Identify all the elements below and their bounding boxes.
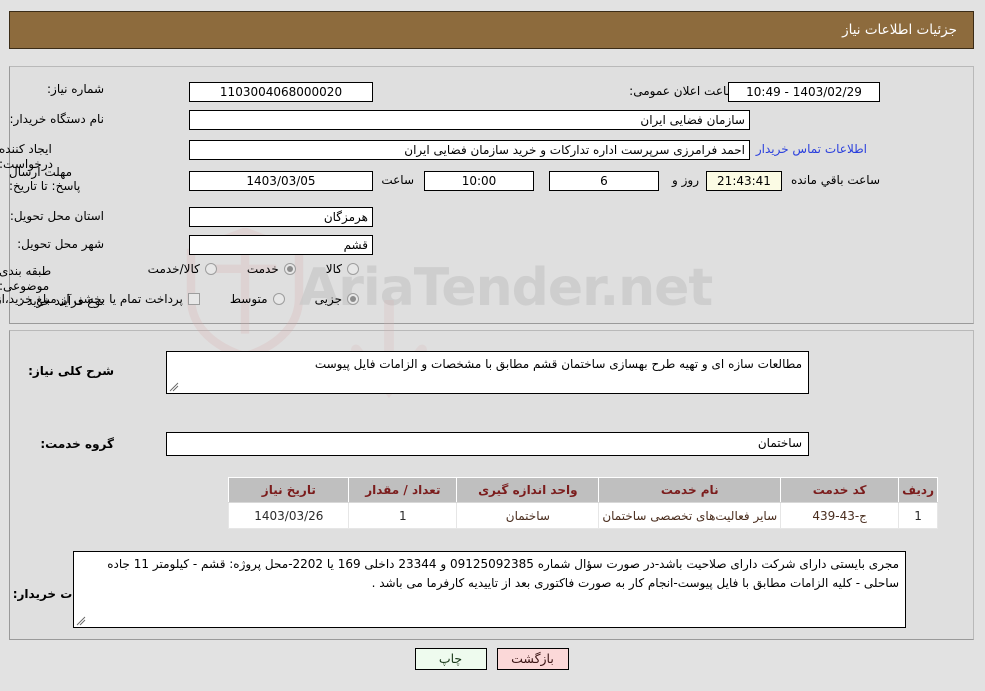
city-label: شهر محل تحویل: (18, 237, 105, 251)
table-row[interactable]: 1 ج-43-439 سایر فعالیت‌های تخصصی ساختمان… (229, 502, 939, 529)
general-description-text: مطالعات سازه ای و تهیه طرح بهسازی ساختما… (315, 357, 803, 371)
footer-button-bar: بازگشت چاپ (0, 648, 985, 670)
need-info-panel (10, 66, 975, 324)
service-group-label: گروه خدمت: (41, 437, 115, 451)
col-unit: واحد اندازه گیری (457, 477, 601, 503)
process-option-medium[interactable]: متوسط (231, 292, 286, 306)
radio-icon[interactable] (205, 263, 218, 275)
cell-quantity: 1 (349, 502, 459, 529)
deadline-remaining-value: 21:43:41 (707, 171, 783, 191)
deadline-days-value: 6 (550, 171, 660, 191)
buyer-notes-value: مجری بایستی دارای شرکت دارای صلاحیت باشد… (74, 551, 907, 628)
category-option-goods[interactable]: کالا (327, 262, 360, 276)
radio-icon[interactable] (273, 293, 286, 305)
category-option-goods-label: کالا (326, 262, 343, 276)
process-option-medium-label: متوسط (230, 292, 269, 306)
deadline-label: مهلت ارسال پاسخ: تا تاریخ: (10, 165, 82, 193)
checkbox-icon[interactable] (188, 293, 201, 305)
radio-icon[interactable] (284, 263, 297, 275)
radio-icon[interactable] (348, 263, 360, 275)
process-option-minor[interactable]: جزیی (316, 292, 360, 306)
buyer-notes-text: مجری بایستی دارای شرکت دارای صلاحیت باشد… (108, 557, 900, 590)
province-value: هرمزگان (190, 207, 374, 227)
general-description-value: مطالعات سازه ای و تهیه طرح بهسازی ساختما… (167, 351, 810, 394)
resize-grip-icon[interactable] (77, 616, 87, 626)
buyer-org-value: سازمان فضایی ایران (190, 110, 751, 130)
resize-grip-icon[interactable] (170, 382, 180, 392)
print-button[interactable]: چاپ (415, 648, 488, 670)
deadline-date-value: 1403/03/05 (190, 171, 374, 191)
col-need-date: تاریخ نیاز (229, 477, 351, 503)
process-option-minor-label: جزیی (315, 292, 343, 306)
announce-datetime-value: 1403/02/29 - 10:49 (729, 82, 881, 102)
cell-need-date: 1403/03/26 (229, 502, 351, 529)
buyer-contact-link[interactable]: اطلاعات تماس خریدار (757, 142, 868, 156)
cell-row-no: 1 (899, 502, 939, 529)
general-description-label: شرح کلی نیاز: (29, 364, 115, 378)
purchase-process-options: جزیی متوسط پرداخت تمام یا بخشی از مبلغ خ… (0, 292, 360, 306)
category-label: طبقه بندی موضوعی: (0, 264, 53, 293)
category-option-service[interactable]: خدمت (248, 262, 297, 276)
radio-icon[interactable] (348, 293, 360, 305)
table-header-row: ردیف کد خدمت نام خدمت واحد اندازه گیری ت… (229, 477, 939, 503)
service-group-text: ساختمان (758, 436, 803, 450)
treasury-docs-checkbox-wrap[interactable]: پرداخت تمام یا بخشی از مبلغ خرید،از محل … (0, 292, 201, 306)
col-quantity: تعداد / مقدار (349, 477, 459, 503)
page-header-bar: جزئیات اطلاعات نیاز (10, 11, 975, 49)
deadline-remaining-label: ساعت باقي مانده (791, 173, 881, 187)
col-row-no: ردیف (899, 477, 939, 503)
service-group-value: ساختمان (167, 432, 810, 456)
need-number-value: 1103004068000020 (190, 82, 374, 102)
deadline-days-label: روز و (673, 173, 700, 187)
category-options: کالا خدمت کالا/خدمت (119, 262, 360, 276)
need-number-label: شماره نیاز: (48, 82, 105, 96)
page-title: جزئیات اطلاعات نیاز (843, 22, 958, 38)
requester-value: احمد فرامرزی سرپرست اداره تدارکات و خرید… (190, 140, 751, 160)
category-option-goods-service[interactable]: کالا/خدمت (149, 262, 218, 276)
treasury-docs-checkbox-label: پرداخت تمام یا بخشی از مبلغ خرید،از محل … (0, 292, 184, 306)
back-button[interactable]: بازگشت (497, 648, 570, 670)
cell-unit: ساختمان (457, 502, 601, 529)
province-label: استان محل تحویل: (10, 209, 105, 223)
cell-service-name: سایر فعالیت‌های تخصصی ساختمان (599, 502, 783, 529)
city-value: قشم (190, 235, 374, 255)
services-table: ردیف کد خدمت نام خدمت واحد اندازه گیری ت… (229, 477, 939, 529)
need-number-row: شماره نیاز: (5, 82, 105, 97)
category-option-service-label: خدمت (247, 262, 280, 276)
cell-service-code: ج-43-439 (781, 502, 901, 529)
category-option-goods-service-label: کالا/خدمت (148, 262, 201, 276)
deadline-time-label: ساعت (382, 173, 415, 187)
buyer-org-label: نام دستگاه خریدار: (10, 112, 106, 126)
deadline-time-value: 10:00 (425, 171, 535, 191)
col-service-code: کد خدمت (781, 477, 901, 503)
col-service-name: نام خدمت (599, 477, 783, 503)
